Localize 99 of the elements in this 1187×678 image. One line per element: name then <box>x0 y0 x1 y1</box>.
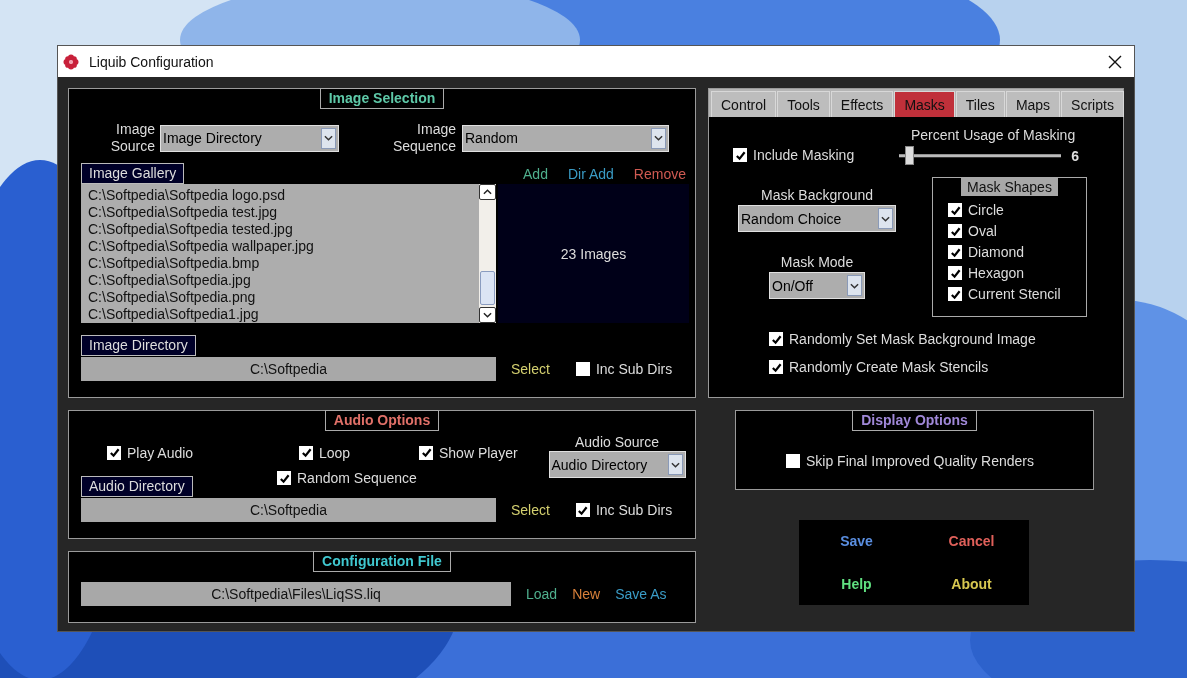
action-link[interactable]: Dir Add <box>567 165 614 182</box>
list-item[interactable]: C:\Softpedia\Softpedia.bmp <box>88 255 479 272</box>
action-link[interactable]: Load <box>526 586 558 602</box>
section-title: Display Options <box>852 410 977 431</box>
list-item[interactable]: C:\Softpedia\Softpedia wallpaper.jpg <box>88 238 479 255</box>
image-source-dropdown[interactable]: Image Directory <box>160 124 339 152</box>
scroll-up-icon[interactable] <box>479 184 496 200</box>
list-item[interactable]: C:\Softpedia\Softpedia tested.jpg <box>88 221 479 238</box>
dialog-button[interactable]: About <box>951 571 992 596</box>
checkbox-label: Inc Sub Dirs <box>595 361 673 377</box>
checkbox-label: Current Stencil <box>968 286 1061 302</box>
tab[interactable]: Control <box>711 91 777 117</box>
checkbox[interactable] <box>786 454 800 468</box>
audio-source-dropdown[interactable]: Audio Directory <box>548 451 686 478</box>
close-icon[interactable] <box>1108 54 1122 69</box>
image-sequence-dropdown[interactable]: Random <box>462 124 669 152</box>
shape-checkbox[interactable]: Hexagon <box>948 265 1025 281</box>
scroll-down-icon[interactable] <box>479 307 496 323</box>
checkbox[interactable] <box>948 224 962 238</box>
checkbox-label: Inc Sub Dirs <box>595 502 673 518</box>
checkbox-label: Randomly Create Mask Stencils <box>789 359 989 375</box>
checkbox[interactable] <box>769 332 783 346</box>
shape-checkbox[interactable]: Current Stencil <box>948 286 1061 302</box>
checkbox[interactable] <box>948 245 962 259</box>
checkbox[interactable] <box>948 203 962 217</box>
select-link[interactable]: Select <box>511 502 550 518</box>
checkbox[interactable] <box>948 266 962 280</box>
checkbox-label: Diamond <box>968 244 1025 260</box>
shape-checkbox[interactable]: Circle <box>948 202 1004 218</box>
mask-option-checkbox[interactable]: Randomly Create Mask Stencils <box>769 359 1123 375</box>
config-file-field[interactable]: C:\Softpedia\Files\LiqSS.liq <box>81 582 511 606</box>
checkbox-label: Hexagon <box>968 265 1025 281</box>
checkbox-label: Circle <box>968 202 1004 218</box>
list-item[interactable]: C:\Softpedia\Softpedia test.jpg <box>88 204 479 221</box>
checkbox-label: Oval <box>968 223 997 239</box>
select-link[interactable]: Select <box>511 361 550 377</box>
checkbox-label: Loop <box>319 444 351 461</box>
checkbox[interactable] <box>419 445 433 460</box>
gallery-label: Image Gallery <box>81 163 185 184</box>
slider-thumb[interactable] <box>904 146 914 165</box>
checkbox[interactable] <box>948 287 962 301</box>
checkbox-label: Include Masking <box>753 147 855 163</box>
action-link[interactable]: Save As <box>615 586 667 602</box>
window-title: Liquib Configuration <box>89 53 214 70</box>
shape-checkbox[interactable]: Diamond <box>948 244 1025 260</box>
slider-label: Percent Usage of Masking <box>911 127 1076 143</box>
checkbox[interactable] <box>733 148 747 162</box>
list-item[interactable]: C:\Softpedia\Softpedia1.jpg <box>88 306 479 323</box>
field-label: Image Source <box>109 121 155 155</box>
list-item[interactable]: C:\Softpedia\Softpedia.png <box>88 289 479 306</box>
shape-checkbox[interactable]: Oval <box>948 223 997 239</box>
checkbox[interactable] <box>299 445 313 460</box>
field-label: Image Sequence <box>391 121 456 155</box>
include-masking-checkbox[interactable]: Include Masking <box>733 147 855 163</box>
section-title: Configuration File <box>313 551 451 572</box>
scrollbar[interactable] <box>479 184 496 323</box>
slider-value: 6 <box>1071 147 1079 164</box>
mask-background-dropdown[interactable]: Random Choice <box>738 205 896 232</box>
checkbox[interactable] <box>769 360 783 374</box>
directory-field[interactable]: C:\Softpedia <box>81 498 496 522</box>
dialog-button[interactable]: Cancel <box>948 529 995 554</box>
section-title: Image Selection <box>319 88 445 109</box>
checkbox[interactable] <box>575 503 590 517</box>
checkbox-label: Show Player <box>439 444 518 461</box>
audio-checkbox[interactable]: Loop <box>299 444 351 461</box>
tab[interactable]: Tiles <box>955 91 1005 117</box>
tab[interactable]: Maps <box>1005 91 1061 117</box>
section-title: Audio Options <box>324 410 440 431</box>
action-link[interactable]: Remove <box>633 165 686 182</box>
tab[interactable]: Effects <box>830 91 894 117</box>
mask-option-checkbox[interactable]: Randomly Set Mask Background Image <box>769 331 1123 347</box>
checkbox[interactable] <box>107 445 121 460</box>
list-item[interactable]: C:\Softpedia\Softpedia logo.psd <box>88 187 479 204</box>
image-count: 23 Images <box>560 245 627 262</box>
field-label: Mask Mode <box>780 254 854 270</box>
inc-sub-dirs-checkbox[interactable]: Inc Sub Dirs <box>575 361 673 377</box>
tab[interactable]: Tools <box>777 91 830 117</box>
field-label: Mask Background <box>760 187 874 203</box>
group-title: Mask Shapes <box>961 178 1058 196</box>
action-link[interactable]: New <box>572 586 601 602</box>
action-link[interactable]: Add <box>523 165 548 182</box>
dialog-button[interactable]: Help <box>841 571 872 596</box>
directory-field[interactable]: C:\Softpedia <box>81 357 496 381</box>
mask-mode-dropdown[interactable]: On/Off <box>769 272 865 299</box>
scroll-thumb[interactable] <box>480 271 495 305</box>
directory-label: Audio Directory <box>81 476 193 497</box>
checkbox[interactable] <box>575 362 590 376</box>
flower-icon <box>63 53 79 70</box>
checkbox[interactable] <box>277 471 291 485</box>
audio-checkbox[interactable]: Play Audio <box>107 444 194 461</box>
tab[interactable]: Scripts <box>1061 91 1124 117</box>
dialog-button[interactable]: Save <box>840 529 873 554</box>
checkbox-label: Play Audio <box>127 444 194 461</box>
directory-label: Image Directory <box>81 335 196 356</box>
field-label: Audio Source <box>574 434 660 450</box>
audio-checkbox[interactable]: Show Player <box>419 444 518 461</box>
checkbox-label: Randomly Set Mask Background Image <box>789 331 1036 347</box>
list-item[interactable]: C:\Softpedia\Softpedia.jpg <box>88 272 479 289</box>
inc-sub-dirs-checkbox[interactable]: Inc Sub Dirs <box>575 502 673 518</box>
